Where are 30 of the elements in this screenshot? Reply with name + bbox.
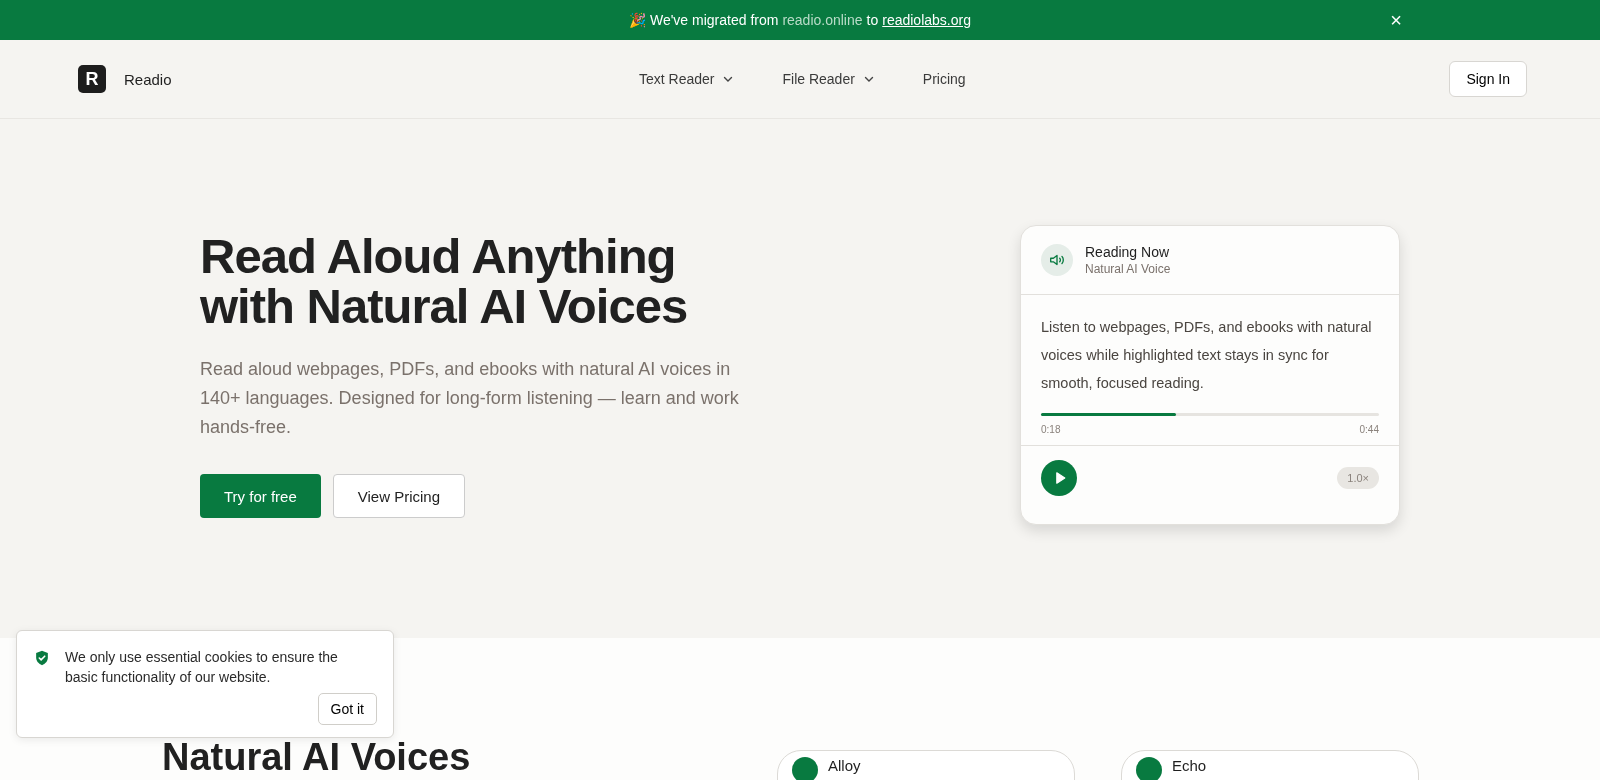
cookie-text: We only use essential cookies to ensure the basic functionality of our website. bbox=[65, 648, 339, 687]
domain-link[interactable]: readiolabs.org bbox=[882, 12, 971, 28]
logo-icon[interactable]: R bbox=[78, 65, 106, 93]
play-button[interactable] bbox=[1041, 460, 1077, 496]
hero-subtitle: Read aloud webpages, PDFs, and ebooks with natural AI voices in 140+ languages. Designed for long-form listening — learn and work hands-free. bbox=[200, 358, 740, 439]
section-heading: Natural AI Voices bbox=[162, 736, 472, 780]
nav-link[interactable]: Pricing bbox=[922, 71, 966, 87]
player-title: Reading Now bbox=[1085, 244, 1171, 260]
view-pricing-button[interactable]: View Pricing bbox=[332, 474, 466, 518]
shield-icon bbox=[33, 649, 51, 667]
announcement-text: 🎉 We've migrated from readio.online to readiolabs.org bbox=[629, 12, 971, 28]
sign-in-button[interactable]: Sign In bbox=[1449, 61, 1527, 97]
got-it-button[interactable]: Got it bbox=[317, 693, 377, 725]
close-button[interactable]: × bbox=[1386, 9, 1406, 32]
speaker-icon bbox=[1041, 244, 1073, 276]
nav-link[interactable]: Text Reader bbox=[639, 71, 735, 87]
voice-card[interactable]: Alloy bbox=[777, 750, 1075, 780]
player-subtitle: Natural AI Voice bbox=[1085, 262, 1171, 276]
reading-text: Listen to webpages, PDFs, and ebooks with natural voices while highlighted text stays in sync for smooth, focused reading. bbox=[1041, 318, 1373, 393]
elapsed-time: 0:18 bbox=[1041, 424, 1061, 435]
try-free-button[interactable]: Try for free bbox=[200, 474, 321, 518]
voice-card[interactable]: Echo bbox=[1121, 750, 1419, 780]
avatar-icon bbox=[792, 757, 818, 780]
nav-link[interactable]: File Reader bbox=[782, 71, 875, 87]
avatar-icon bbox=[1136, 757, 1162, 780]
hero-title: Read Aloud Anything with Natural AI Voices bbox=[200, 231, 689, 331]
voice-name: Echo bbox=[1172, 757, 1207, 774]
brand-name[interactable]: Readio bbox=[124, 70, 172, 88]
voice-name: Alloy bbox=[828, 757, 861, 774]
total-time: 0:44 bbox=[1359, 424, 1379, 435]
